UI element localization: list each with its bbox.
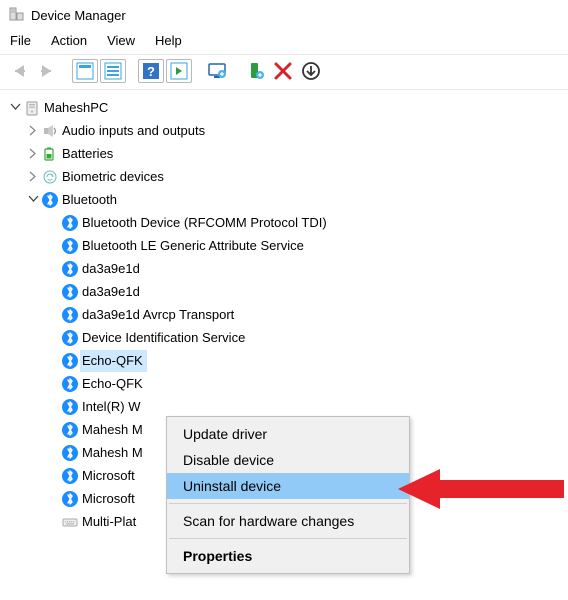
- menu-help[interactable]: Help: [155, 33, 182, 48]
- tree-item-bluetooth-child[interactable]: Echo-QFK: [4, 372, 564, 395]
- help-button[interactable]: [138, 59, 164, 83]
- tree-item-bluetooth-child[interactable]: Intel(R) W: [4, 395, 564, 418]
- bluetooth-icon: [60, 238, 80, 254]
- tree-item-audio[interactable]: Audio inputs and outputs: [4, 119, 564, 142]
- tree-item-label: Audio inputs and outputs: [60, 120, 209, 142]
- context-menu[interactable]: Update driverDisable deviceUninstall dev…: [166, 416, 410, 574]
- bluetooth-icon: [60, 445, 80, 461]
- context-menu-item[interactable]: Properties: [167, 543, 409, 569]
- window-title: Device Manager: [31, 8, 126, 23]
- tree-item-label: Biometric devices: [60, 166, 168, 188]
- chevron-right-icon[interactable]: [26, 125, 40, 136]
- titlebar: Device Manager: [0, 0, 568, 29]
- menu-file[interactable]: File: [10, 33, 31, 48]
- keyboard-icon: [60, 514, 80, 530]
- tree-item-label: Microsoft: [80, 465, 139, 487]
- chevron-right-icon[interactable]: [26, 171, 40, 182]
- tree-item-label: Bluetooth Device (RFCOMM Protocol TDI): [80, 212, 331, 234]
- tree-item-bluetooth-child[interactable]: da3a9e1d: [4, 280, 564, 303]
- tree-item-bluetooth-child[interactable]: Bluetooth Device (RFCOMM Protocol TDI): [4, 211, 564, 234]
- speaker-icon: [40, 123, 60, 139]
- tree-item-label: Microsoft: [80, 488, 139, 510]
- show-hide-tree-button[interactable]: [72, 59, 98, 83]
- tree-item-label: Bluetooth LE Generic Attribute Service: [80, 235, 308, 257]
- uninstall-button[interactable]: [270, 59, 296, 83]
- bluetooth-icon: [60, 399, 80, 415]
- bluetooth-icon: [60, 376, 80, 392]
- context-menu-item[interactable]: Update driver: [167, 421, 409, 447]
- tree-item-label: Echo-QFK: [80, 350, 147, 372]
- context-menu-item[interactable]: Scan for hardware changes: [167, 508, 409, 534]
- menubar: File Action View Help: [0, 29, 568, 54]
- tree-item-label: da3a9e1d: [80, 258, 144, 280]
- menu-action[interactable]: Action: [51, 33, 87, 48]
- enable-device-button[interactable]: [242, 59, 268, 83]
- battery-icon: [40, 146, 60, 162]
- bluetooth-icon: [60, 422, 80, 438]
- bluetooth-icon: [60, 330, 80, 346]
- tree-item-bluetooth[interactable]: Bluetooth: [4, 188, 564, 211]
- tree-item-label: Bluetooth: [60, 189, 121, 211]
- tree-item-label: Mahesh M: [80, 419, 147, 441]
- bluetooth-icon: [60, 284, 80, 300]
- tree-item-label: Intel(R) W: [80, 396, 145, 418]
- computer-icon: [22, 100, 42, 116]
- tree-item-label: Device Identification Service: [80, 327, 249, 349]
- bluetooth-icon: [60, 307, 80, 323]
- chevron-down-icon[interactable]: [8, 102, 22, 113]
- bluetooth-icon: [60, 215, 80, 231]
- tree-item-bluetooth-child[interactable]: da3a9e1d Avrcp Transport: [4, 303, 564, 326]
- context-menu-separator: [169, 538, 407, 539]
- scan-button[interactable]: [166, 59, 192, 83]
- tree-item-bluetooth-child[interactable]: da3a9e1d: [4, 257, 564, 280]
- context-menu-item[interactable]: Uninstall device: [167, 473, 409, 499]
- update-driver-button[interactable]: [298, 59, 324, 83]
- tree-item-label: da3a9e1d Avrcp Transport: [80, 304, 238, 326]
- tree-root[interactable]: MaheshPC: [4, 96, 564, 119]
- bluetooth-icon: [60, 261, 80, 277]
- tree-item-label: da3a9e1d: [80, 281, 144, 303]
- chevron-right-icon[interactable]: [26, 148, 40, 159]
- tree-item-label: Multi-Plat: [80, 511, 140, 533]
- tree-item-batteries[interactable]: Batteries: [4, 142, 564, 165]
- tree-item-label: Batteries: [60, 143, 117, 165]
- back-button[interactable]: [6, 59, 32, 83]
- tree-item-bluetooth-child[interactable]: Bluetooth LE Generic Attribute Service: [4, 234, 564, 257]
- tree-item-label: MaheshPC: [42, 97, 112, 119]
- fingerprint-icon: [40, 169, 60, 185]
- bluetooth-icon: [40, 192, 60, 208]
- menu-view[interactable]: View: [107, 33, 135, 48]
- tree-item-bluetooth-child[interactable]: Device Identification Service: [4, 326, 564, 349]
- context-menu-item[interactable]: Disable device: [167, 447, 409, 473]
- tree-item-label: Echo-QFK: [80, 373, 147, 395]
- tree-item-bluetooth-child[interactable]: Echo-QFK: [4, 349, 564, 372]
- chevron-down-icon[interactable]: [26, 194, 40, 205]
- forward-button[interactable]: [34, 59, 60, 83]
- bluetooth-icon: [60, 468, 80, 484]
- properties-button[interactable]: [100, 59, 126, 83]
- tree-item-biometric[interactable]: Biometric devices: [4, 165, 564, 188]
- bluetooth-icon: [60, 353, 80, 369]
- tree-item-label: Mahesh M: [80, 442, 147, 464]
- toolbar: [0, 54, 568, 90]
- devmgr-icon: [8, 6, 24, 25]
- add-legacy-button[interactable]: [204, 59, 230, 83]
- bluetooth-icon: [60, 491, 80, 507]
- context-menu-separator: [169, 503, 407, 504]
